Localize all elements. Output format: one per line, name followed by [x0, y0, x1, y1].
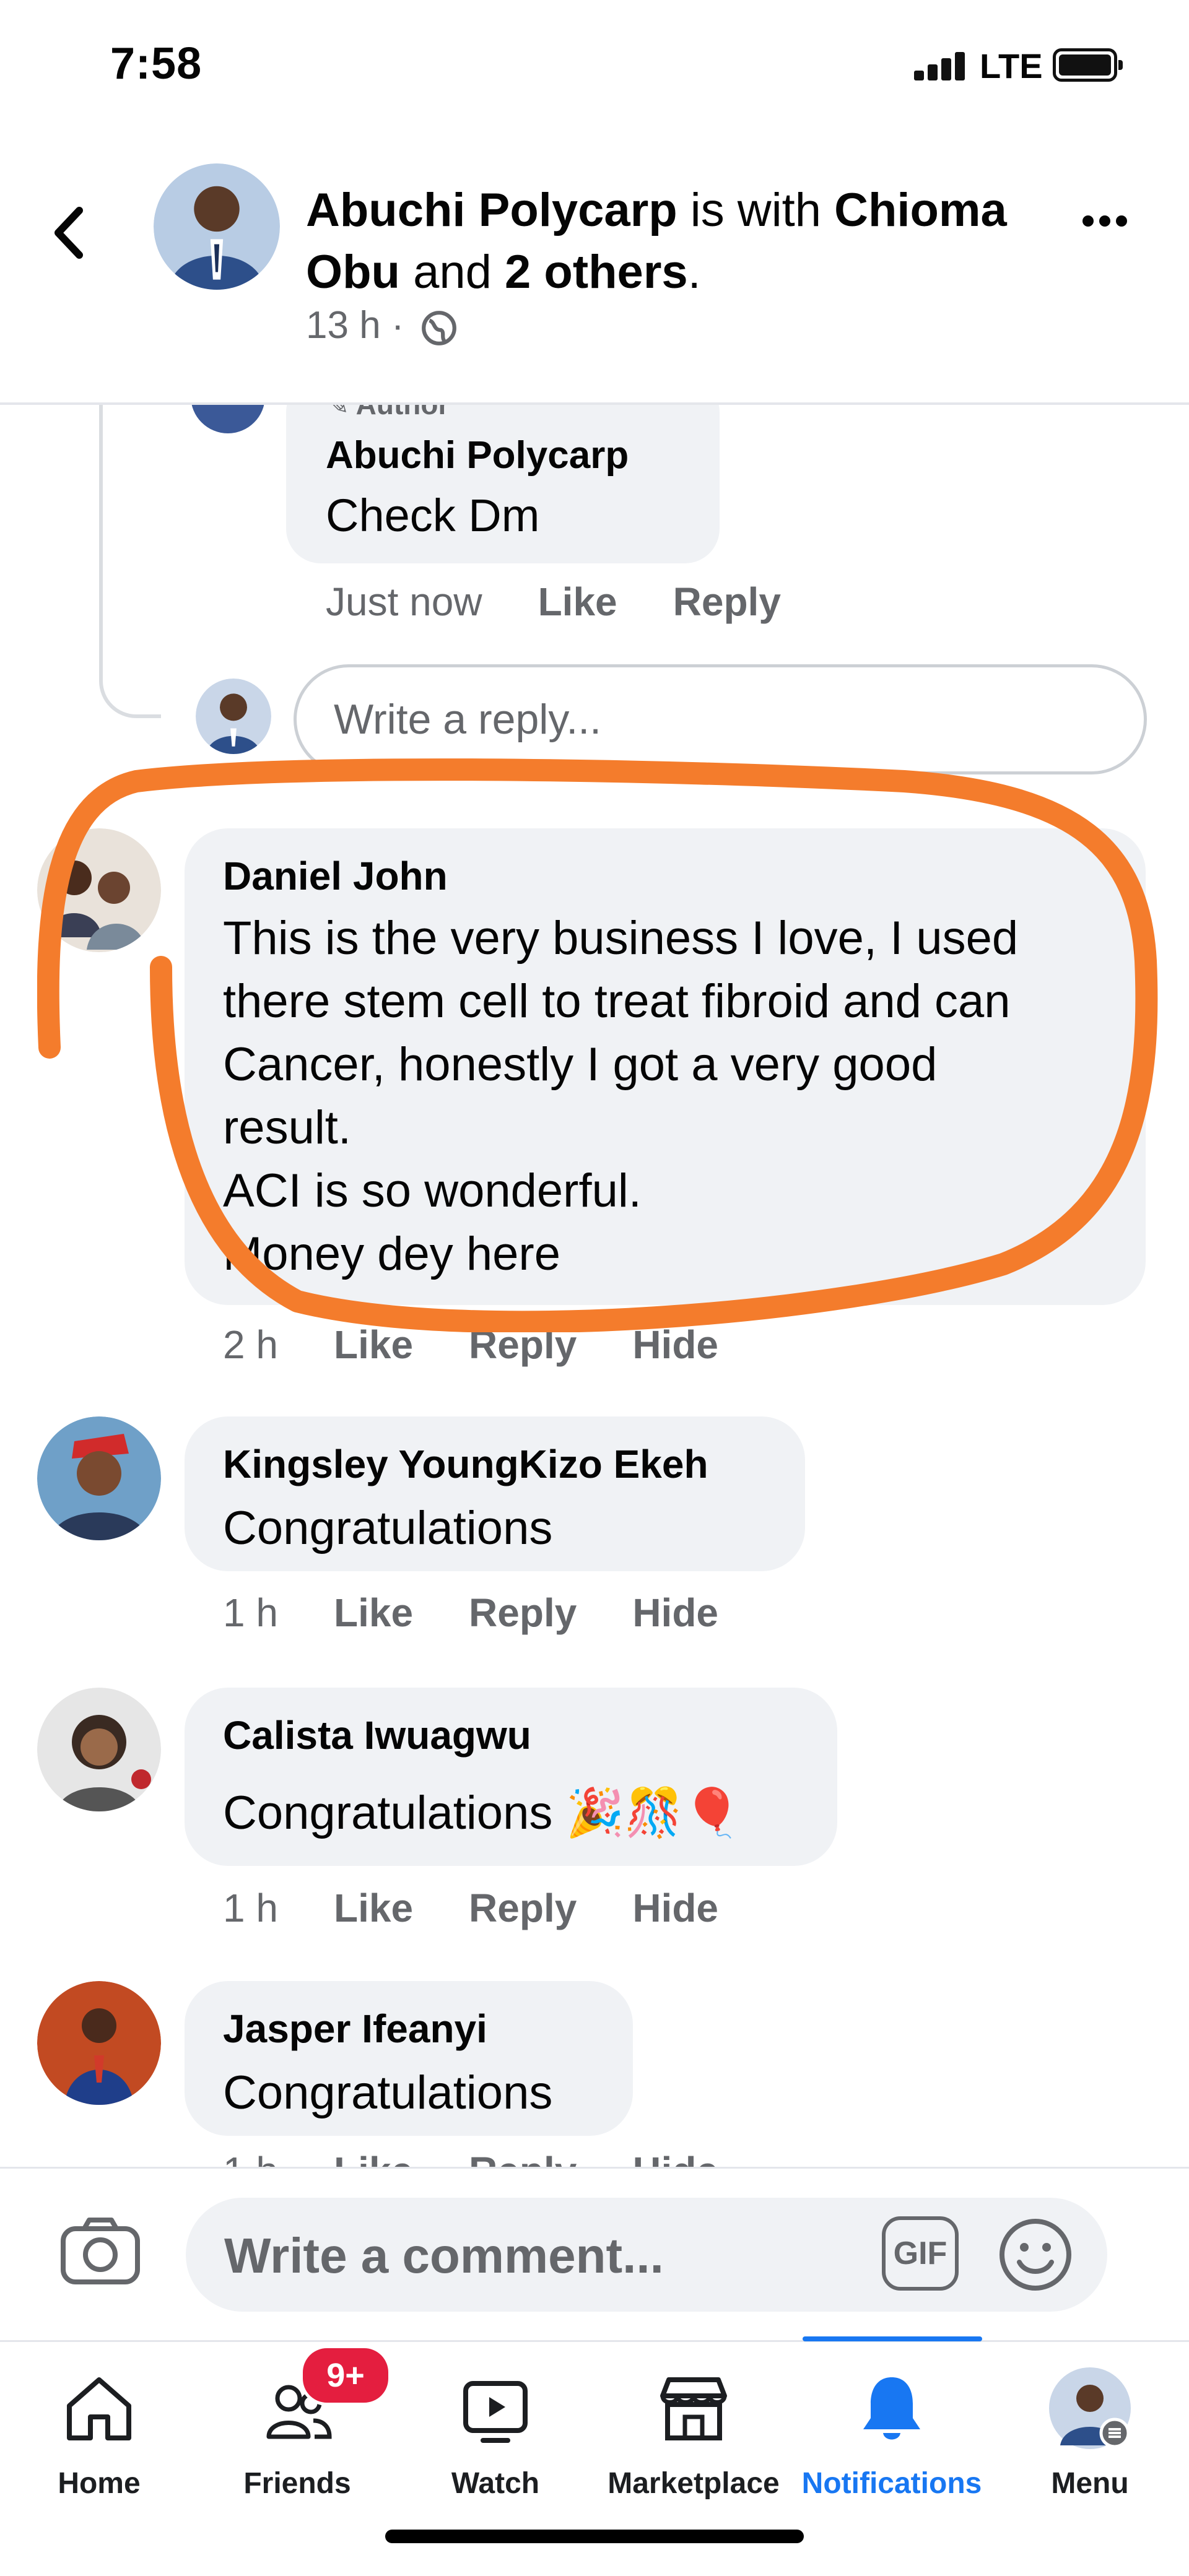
home-indicator	[385, 2530, 804, 2543]
comment-author-name[interactable]: Jasper Ifeanyi	[223, 2006, 487, 2052]
reply-button[interactable]: Reply	[469, 1590, 577, 1636]
reply-time: Just now	[326, 579, 482, 624]
author-name-link[interactable]: Abuchi Polycarp	[306, 184, 677, 236]
back-arrow-icon[interactable]	[51, 202, 88, 264]
reply-button[interactable]: Reply	[673, 579, 781, 625]
emoji-party: 🎉🎊🎈	[565, 1787, 742, 1839]
tab-marketplace[interactable]: Marketplace	[594, 2353, 793, 2507]
tab-menu[interactable]: Menu	[991, 2353, 1189, 2507]
signal-icon	[914, 50, 970, 80]
reply-actions: Just now Like Reply	[326, 579, 837, 625]
comment-actions: 1 h Like Reply Hide	[223, 1590, 774, 1636]
camera-icon[interactable]	[59, 2216, 141, 2286]
like-button[interactable]: Like	[538, 579, 617, 625]
commenter-avatar[interactable]	[37, 1688, 161, 1811]
comment-text: Congratulations	[223, 2066, 553, 2119]
tab-home[interactable]: Home	[0, 2353, 198, 2507]
tab-watch[interactable]: Watch	[396, 2353, 594, 2507]
network-label: LTE	[980, 46, 1043, 85]
comment-author-name[interactable]: Kingsley YoungKizo Ekeh	[223, 1441, 708, 1487]
friends-badge: 9+	[300, 2345, 391, 2406]
marketplace-icon	[660, 2377, 727, 2440]
reply-author-name[interactable]: Abuchi Polycarp	[326, 433, 629, 477]
menu-avatar-icon	[1049, 2367, 1131, 2449]
battery-icon	[1053, 48, 1123, 82]
hide-button[interactable]: Hide	[632, 1590, 718, 1636]
post-header: Abuchi Polycarp is with Chioma Obu and 2…	[0, 142, 1189, 405]
active-tab-indicator	[803, 2336, 982, 2341]
comment-text: Congratulations 🎉🎊🎈	[223, 1787, 742, 1839]
comment-time: 1 h	[223, 1590, 278, 1635]
comment-time: 1 h	[223, 1886, 278, 1930]
comment-actions: 1 h Like Reply Hide	[223, 1885, 774, 1931]
comment-text: Congratulations	[223, 1502, 553, 1555]
like-button[interactable]: Like	[334, 1590, 413, 1636]
current-user-avatar	[196, 679, 271, 754]
commenter-avatar[interactable]	[37, 1981, 161, 2105]
commenter-avatar[interactable]	[37, 1416, 161, 1540]
post-title: Abuchi Polycarp is with Chioma Obu and 2…	[306, 184, 1007, 298]
more-options-icon[interactable]	[1082, 215, 1133, 230]
hide-button[interactable]: Hide	[632, 1885, 718, 1931]
others-link[interactable]: 2 others	[505, 246, 688, 298]
gif-button[interactable]: GIF	[882, 2216, 959, 2291]
comment-placeholder: Write a comment...	[224, 2228, 664, 2283]
thread-line	[99, 402, 161, 718]
emoji-icon[interactable]	[997, 2216, 1074, 2293]
reply-button[interactable]: Reply	[469, 1885, 577, 1931]
globe-icon	[421, 310, 456, 345]
bell-icon	[863, 2377, 920, 2440]
tab-notifications[interactable]: Notifications	[793, 2353, 991, 2507]
author-avatar[interactable]	[154, 163, 280, 290]
post-time: 13 h ·	[306, 304, 415, 347]
comment-author-name[interactable]: Calista Iwuagwu	[223, 1712, 531, 1758]
like-button[interactable]: Like	[334, 1885, 413, 1931]
highlight-annotation	[37, 758, 1158, 1332]
home-icon	[67, 2377, 131, 2440]
reply-text: Check Dm	[326, 490, 540, 541]
watch-icon	[463, 2381, 528, 2443]
status-time: 7:58	[110, 39, 203, 89]
post-meta: 13 h ·	[306, 303, 458, 347]
